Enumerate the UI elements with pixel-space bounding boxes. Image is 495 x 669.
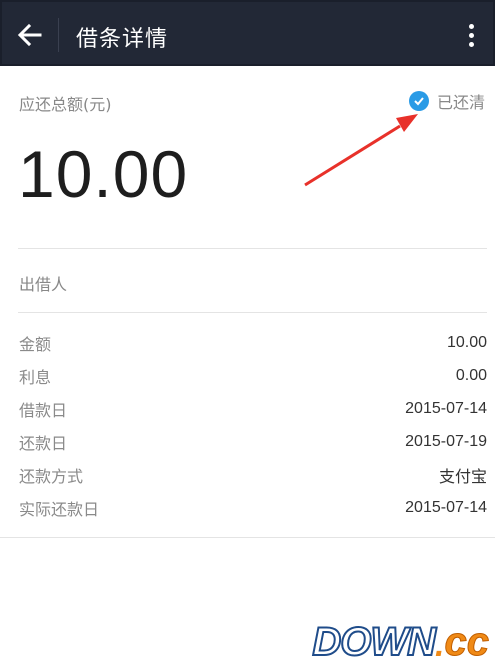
divider [18,312,487,313]
detail-label: 还款方式 [19,467,84,486]
detail-label: 还款日 [19,434,68,453]
detail-label: 利息 [19,368,52,387]
detail-value: 10.00 [446,334,487,351]
detail-label: 金额 [19,335,52,354]
detail-row-payment-method: 还款方式 支付宝 [19,460,487,490]
detail-row-amount: 金额 10.00 [19,328,487,358]
screen: 借条详情 应还总额(元) 已还清 10.00 出借人 金额 10.00 利息 0… [0,0,495,669]
divider [0,537,495,538]
detail-value: 支付宝 [438,469,487,486]
watermark-logo: DOWN. cc [311,619,489,665]
detail-label: 借款日 [19,401,68,420]
detail-value: 2015-07-14 [405,400,487,417]
detail-row-actual-repay-date: 实际还款日 2015-07-14 [19,493,487,523]
divider [18,248,487,249]
lender-label: 出借人 [19,275,68,294]
detail-value: 2015-07-14 [405,499,487,516]
detail-row-loan-date: 借款日 2015-07-14 [19,394,487,424]
watermark-suffix: cc [444,620,489,665]
watermark-dot: . [435,626,445,664]
detail-value: 0.00 [455,367,487,384]
detail-row-interest: 利息 0.00 [19,361,487,391]
watermark-main: DOWN [311,619,437,665]
detail-row-due-date: 还款日 2015-07-19 [19,427,487,457]
detail-value: 2015-07-19 [405,433,487,450]
detail-label: 实际还款日 [19,500,100,519]
